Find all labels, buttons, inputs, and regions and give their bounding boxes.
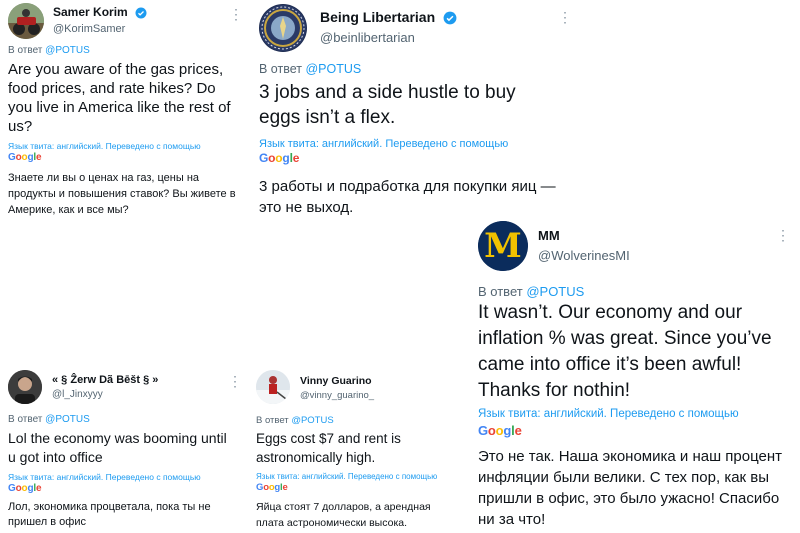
tweet-text: Lol the economy was booming until u got …: [8, 430, 227, 465]
reply-context: В ответ @POTUS: [478, 284, 585, 299]
verified-badge-icon: [443, 11, 457, 25]
google-letter: g: [503, 423, 512, 438]
google-letter: G: [8, 483, 16, 494]
translation-note[interactable]: Язык твита: английский. Переведено с пом…: [8, 141, 201, 151]
tweet-card-samer-korim[interactable]: Samer Korim @KorimSamer ⋮ В ответ @POTUS…: [0, 0, 245, 235]
translated-text: Лол, экономика процветала, пока ты не пр…: [8, 501, 211, 528]
display-name[interactable]: Vinny Guarino: [300, 375, 372, 387]
reply-context: В ответ @POTUS: [256, 415, 334, 426]
avatar[interactable]: [256, 370, 290, 404]
avatar[interactable]: [259, 4, 307, 52]
google-logo: Google: [259, 151, 299, 165]
more-options-icon[interactable]: ⋮: [228, 374, 242, 388]
tweet-card-vinny-guarino[interactable]: Vinny Guarino @vinny_guarino_ В ответ @P…: [250, 362, 465, 533]
google-letter: e: [35, 152, 42, 163]
more-options-icon[interactable]: ⋮: [776, 228, 790, 242]
translation-note[interactable]: Язык твита: английский. Переведено с пом…: [8, 472, 201, 482]
translation-note[interactable]: Язык твита: английский. Переведено с пом…: [478, 408, 739, 420]
google-logo: Google: [256, 482, 288, 493]
google-letter: o: [487, 423, 496, 438]
user-handle[interactable]: @KorimSamer: [53, 23, 125, 35]
user-handle[interactable]: @vinny_guarino_: [300, 390, 374, 401]
user-handle[interactable]: @l_Jinxyyy: [52, 389, 103, 400]
google-letter: e: [35, 483, 42, 494]
google-logo: Google: [8, 483, 42, 494]
user-handle[interactable]: @WolverinesMI: [538, 248, 630, 263]
google-letter: e: [292, 151, 300, 165]
display-name[interactable]: MM: [538, 228, 560, 243]
google-letter: e: [282, 482, 288, 493]
more-options-icon[interactable]: ⋮: [229, 7, 243, 21]
user-handle[interactable]: @beinlibertarian: [320, 30, 415, 45]
mention-link[interactable]: @POTUS: [291, 415, 333, 426]
translation-note[interactable]: Язык твита: английский. Переведено с пом…: [256, 472, 437, 481]
translation-note[interactable]: Язык твита: английский. Переведено с пом…: [259, 138, 508, 150]
google-letter: g: [282, 151, 290, 165]
michigan-m-logo: M: [484, 226, 522, 266]
tweet-text: It wasn’t. Our economy and our inflation…: [478, 302, 772, 401]
translated-text: Это не так. Наша экономика и наш процент…: [478, 448, 782, 528]
avatar[interactable]: [8, 3, 44, 39]
verified-badge-icon: [135, 7, 147, 19]
tweet-text: Eggs cost $7 and rent is astronomically …: [256, 431, 401, 465]
google-letter: G: [259, 151, 269, 165]
translated-text: Яйца стоят 7 долларов, а арендная плата …: [256, 501, 431, 529]
tweet-card-zerw[interactable]: « § Ẑerw Dã Bēšt § » @l_Jinxyyy ⋮ В отве…: [0, 362, 245, 533]
reply-context: В ответ @POTUS: [8, 414, 90, 425]
display-name[interactable]: Samer Korim: [53, 5, 147, 19]
google-letter: e: [514, 423, 522, 438]
google-logo: Google: [478, 423, 522, 438]
tweet-text: 3 jobs and a side hustle to buy eggs isn…: [259, 82, 516, 128]
more-options-icon[interactable]: ⋮: [558, 10, 572, 24]
tweet-card-being-libertarian[interactable]: Being Libertarian @beinlibertarian ⋮ В о…: [250, 0, 580, 225]
avatar[interactable]: [8, 370, 42, 404]
mention-link[interactable]: @POTUS: [45, 414, 90, 425]
translated-text: 3 работы и подработка для покупки яиц — …: [259, 178, 556, 216]
google-logo: Google: [8, 152, 42, 163]
avatar[interactable]: M: [478, 221, 528, 271]
translated-text: Знаете ли вы о ценах на газ, цены на про…: [8, 172, 236, 216]
google-letter: G: [478, 423, 488, 438]
mention-link[interactable]: @POTUS: [45, 45, 90, 56]
tweet-card-mm[interactable]: M MM @WolverinesMI ⋮ В ответ @POTUS It w…: [470, 218, 800, 533]
reply-context: В ответ @POTUS: [259, 62, 362, 76]
mention-link[interactable]: @POTUS: [526, 284, 584, 299]
tweet-text: Are you aware of the gas prices, food pr…: [8, 61, 231, 135]
reply-context: В ответ @POTUS: [8, 45, 90, 56]
display-name[interactable]: Being Libertarian: [320, 9, 457, 25]
mention-link[interactable]: @POTUS: [305, 62, 361, 76]
display-name[interactable]: « § Ẑerw Dã Bēšt § »: [52, 374, 158, 386]
google-letter: G: [8, 152, 16, 163]
